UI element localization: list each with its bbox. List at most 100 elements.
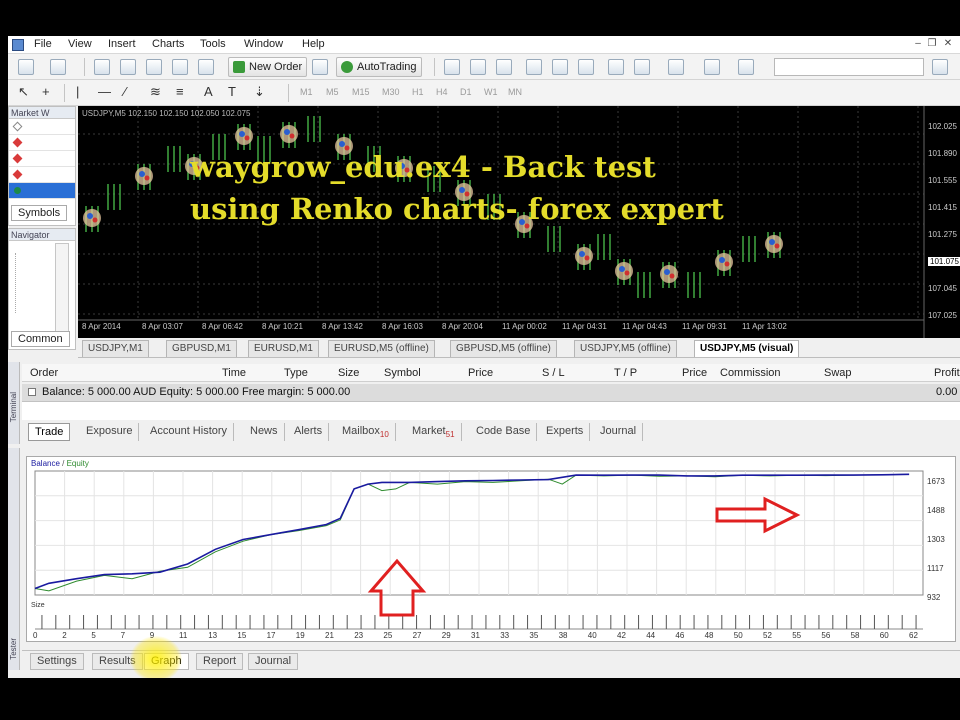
y-tick-label: 1488 — [927, 506, 945, 515]
tab-experts[interactable]: Experts — [540, 423, 591, 441]
col-size[interactable]: Size — [338, 367, 359, 379]
timeframe-h4[interactable]: H4 — [436, 87, 448, 97]
col-tp[interactable]: T / P — [614, 367, 637, 379]
timeframe-m30[interactable]: M30 — [382, 87, 400, 97]
timeframe-m1[interactable]: M1 — [300, 87, 313, 97]
crosshair-icon[interactable]: + — [42, 84, 50, 100]
chart-tab-usdjpy-m5-visual[interactable]: USDJPY,M5 (visual) — [694, 340, 800, 357]
tile-windows-icon[interactable] — [578, 59, 594, 75]
profiles-icon[interactable] — [50, 59, 66, 75]
vertical-line-icon[interactable]: | — [76, 84, 79, 100]
market-watch-row-selected[interactable] — [9, 183, 75, 199]
col-type[interactable]: Type — [284, 367, 308, 379]
market-watch-row[interactable] — [9, 135, 75, 151]
equidistant-channel-icon[interactable]: ≋ — [150, 84, 161, 100]
timeframe-d1[interactable]: D1 — [460, 87, 472, 97]
col-close-price[interactable]: Price — [682, 367, 707, 379]
templates-icon[interactable] — [738, 59, 754, 75]
col-sl[interactable]: S / L — [542, 367, 565, 379]
x-tick-label: 60 — [879, 631, 889, 640]
col-profit[interactable]: Profit — [934, 367, 960, 379]
menu-file[interactable]: File — [34, 38, 52, 50]
market-watch-row[interactable] — [9, 119, 75, 135]
fibonacci-icon[interactable]: ≡ — [176, 84, 184, 100]
menu-view[interactable]: View — [68, 38, 92, 50]
horizontal-line-icon[interactable]: — — [98, 84, 111, 100]
navigator-icon[interactable] — [146, 59, 162, 75]
tab-code-base[interactable]: Code Base — [470, 423, 538, 441]
text-tool-icon[interactable]: A — [204, 84, 213, 100]
time-label: 8 Apr 06:42 — [202, 322, 243, 331]
tab-market[interactable]: Market51 — [406, 423, 462, 441]
timeframe-m5[interactable]: M5 — [326, 87, 339, 97]
menu-charts[interactable]: Charts — [152, 38, 184, 50]
col-swap[interactable]: Swap — [824, 367, 852, 379]
tab-trade[interactable]: Trade — [28, 423, 71, 441]
search-icon[interactable] — [932, 59, 948, 75]
market-watch-icon[interactable] — [94, 59, 110, 75]
balance-row[interactable]: Balance: 5 000.00 AUD Equity: 5 000.00 F… — [22, 384, 960, 402]
tester-side-strip[interactable]: Tester — [8, 448, 20, 670]
chart-tab-gbpusd-m1[interactable]: GBPUSD,M1 — [166, 340, 237, 357]
metaeditor-icon[interactable] — [312, 59, 328, 75]
tab-journal-tester[interactable]: Journal — [248, 653, 299, 670]
timeframe-mn[interactable]: MN — [508, 87, 522, 97]
navigator-scrollbar[interactable] — [55, 243, 69, 333]
col-commission[interactable]: Commission — [720, 367, 781, 379]
price-chart[interactable]: USDJPY,M5 102.150 102.150 102.050 102.07… — [78, 106, 960, 338]
timeframe-m15[interactable]: M15 — [352, 87, 370, 97]
terminal-icon[interactable] — [172, 59, 188, 75]
chart-tab-eurusd-m5-offline[interactable]: EURUSD,M5 (offline) — [328, 340, 435, 357]
menu-tools[interactable]: Tools — [200, 38, 226, 50]
arrows-tool-icon[interactable]: ⇣ — [254, 84, 265, 100]
new-order-button[interactable]: New Order — [228, 57, 308, 77]
tab-journal[interactable]: Journal — [594, 423, 644, 441]
terminal-side-strip[interactable]: Terminal — [8, 362, 20, 444]
search-input[interactable] — [774, 58, 924, 76]
chart-tab-eurusd-m1[interactable]: EURUSD,M1 — [248, 340, 319, 357]
col-price[interactable]: Price — [468, 367, 493, 379]
strategy-tester-icon[interactable] — [198, 59, 214, 75]
indicators-icon[interactable] — [668, 59, 684, 75]
trendline-icon[interactable]: ∕ — [124, 84, 126, 100]
chart-tab-gbpusd-m5-offline[interactable]: GBPUSD,M5 (offline) — [450, 340, 557, 357]
tab-report[interactable]: Report — [196, 653, 244, 670]
col-symbol[interactable]: Symbol — [384, 367, 421, 379]
tab-alerts[interactable]: Alerts — [288, 423, 330, 441]
menu-help[interactable]: Help — [302, 38, 325, 50]
line-chart-icon[interactable] — [496, 59, 512, 75]
tab-account-history[interactable]: Account History — [144, 423, 235, 441]
zoom-out-icon[interactable] — [552, 59, 568, 75]
menu-insert[interactable]: Insert — [108, 38, 136, 50]
chart-shift-icon[interactable] — [608, 59, 624, 75]
restore-icon[interactable]: ❐ — [926, 39, 938, 50]
timeframe-w1[interactable]: W1 — [484, 87, 498, 97]
label-tool-icon[interactable]: T — [228, 84, 236, 100]
new-chart-icon[interactable] — [18, 59, 34, 75]
tab-common[interactable]: Common — [11, 331, 70, 347]
bar-chart-icon[interactable] — [444, 59, 460, 75]
cursor-icon[interactable]: ↖ — [18, 84, 29, 100]
tab-mailbox[interactable]: Mailbox10 — [336, 423, 396, 441]
tab-settings[interactable]: Settings — [30, 653, 84, 670]
periods-icon[interactable] — [704, 59, 720, 75]
equity-graph[interactable]: Balance / Equity Size 1673 1488 1303 1117 93… — [26, 456, 956, 642]
market-watch-row[interactable] — [9, 167, 75, 183]
col-time[interactable]: Time — [222, 367, 246, 379]
autoscroll-icon[interactable] — [634, 59, 650, 75]
tab-symbols[interactable]: Symbols — [11, 205, 68, 221]
market-watch-row[interactable] — [9, 151, 75, 167]
minimize-icon[interactable]: – — [912, 39, 924, 50]
chart-tab-usdjpy-m5-offline[interactable]: USDJPY,M5 (offline) — [574, 340, 677, 357]
candlesticks-icon[interactable] — [470, 59, 486, 75]
zoom-in-icon[interactable] — [526, 59, 542, 75]
col-order[interactable]: Order — [30, 367, 58, 379]
timeframe-h1[interactable]: H1 — [412, 87, 424, 97]
data-window-icon[interactable] — [120, 59, 136, 75]
close-icon[interactable]: ✕ — [942, 39, 954, 50]
chart-tab-usdjpy-m1[interactable]: USDJPY,M1 — [82, 340, 149, 357]
autotrading-button[interactable]: AutoTrading — [336, 57, 422, 77]
menu-window[interactable]: Window — [244, 38, 283, 50]
tab-exposure[interactable]: Exposure — [80, 423, 140, 441]
tab-news[interactable]: News — [244, 423, 285, 441]
